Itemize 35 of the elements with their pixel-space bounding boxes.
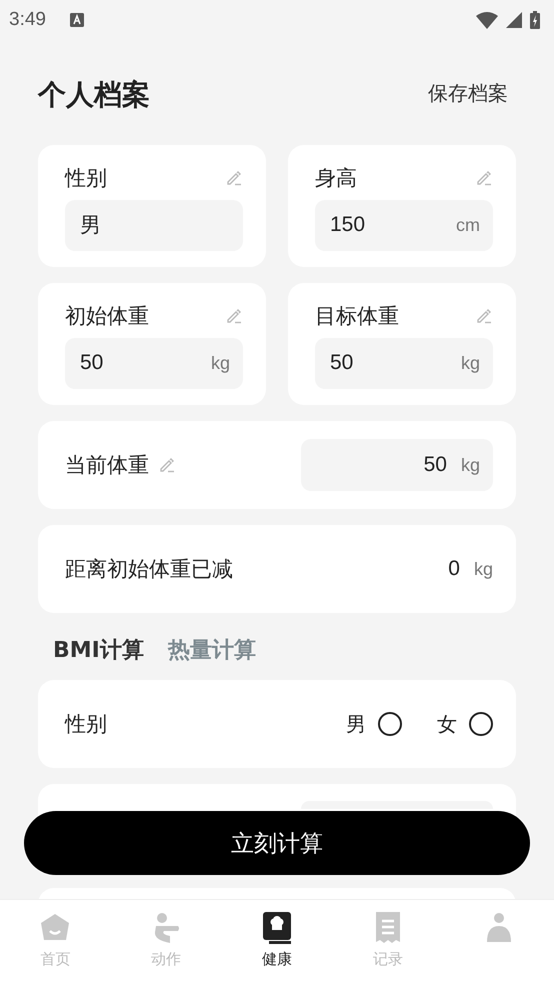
input-field[interactable]: 50 kg	[315, 338, 493, 389]
field-label: 身高	[315, 164, 357, 192]
field-label: 当前体重	[65, 452, 149, 479]
status-time: 3:49	[9, 9, 46, 31]
field-label: 性别	[65, 711, 107, 738]
input-field[interactable]: 男	[65, 200, 243, 251]
edit-icon[interactable]	[226, 170, 242, 186]
option-label: 女	[437, 710, 457, 738]
wifi-icon	[476, 12, 498, 28]
edit-icon[interactable]	[476, 170, 492, 186]
edit-icon[interactable]	[159, 457, 175, 473]
edit-icon[interactable]	[476, 308, 492, 324]
calc-tab[interactable]: BMI计算	[53, 635, 144, 665]
field-label: 目标体重	[315, 302, 399, 330]
input-field[interactable]: 150 cm	[315, 200, 493, 251]
save-profile-button[interactable]: 保存档案	[428, 76, 516, 107]
unit-label: kg	[474, 558, 493, 580]
edit-icon[interactable]	[226, 308, 242, 324]
field-label: 初始体重	[65, 302, 149, 330]
notification-icon	[70, 13, 84, 27]
option-label: 男	[346, 710, 366, 738]
page-title: 个人档案	[38, 77, 150, 113]
document-icon	[374, 912, 402, 944]
input-field[interactable]: 50 kg	[65, 338, 243, 389]
weight-value: 0	[448, 557, 460, 581]
field-label: 距离初始体重已减	[65, 556, 233, 583]
book-icon	[262, 912, 291, 944]
signal-icon	[506, 12, 522, 28]
battery-icon	[530, 11, 540, 29]
radio-button[interactable]	[378, 712, 402, 736]
radio-button[interactable]	[469, 712, 493, 736]
nav-tab[interactable]: 健康	[222, 900, 332, 984]
field-label: 性别	[65, 164, 107, 192]
input-field[interactable]: 50 kg	[301, 439, 493, 491]
calculate-button[interactable]: 立刻计算	[24, 811, 530, 875]
